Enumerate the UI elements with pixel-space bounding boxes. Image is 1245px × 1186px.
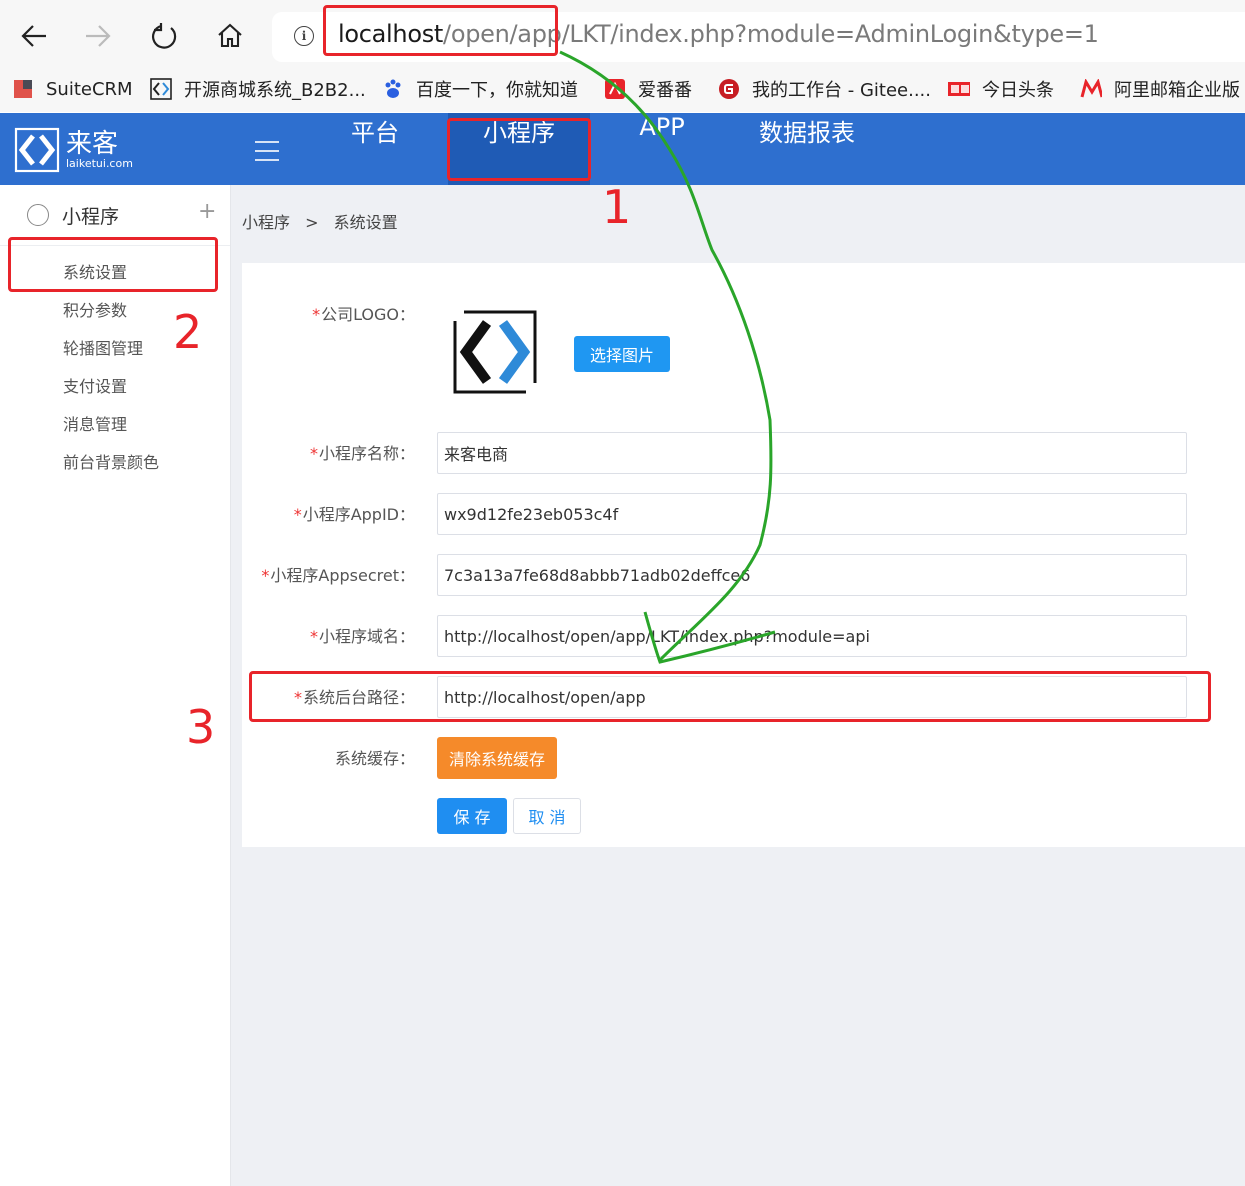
appid-label: *小程序AppID：: [293, 505, 415, 524]
sidebar-item-banner-management[interactable]: 轮播图管理: [63, 335, 143, 359]
company-logo-image: [452, 309, 538, 395]
breadcrumb-separator: >: [305, 213, 319, 232]
miniprogram-name-input[interactable]: [437, 432, 1187, 474]
sidebar-item-system-settings[interactable]: 系统设置: [63, 259, 127, 283]
laike-icon: [150, 78, 172, 100]
back-arrow-icon: [21, 25, 46, 47]
choose-image-button[interactable]: 选择图片: [574, 336, 670, 372]
cache-label: 系统缓存：: [334, 749, 415, 768]
cancel-button[interactable]: 取 消: [513, 798, 581, 834]
suitecrm-icon: [12, 78, 34, 100]
appsecret-label: *小程序Appsecret：: [261, 566, 415, 585]
sidebar-item-points-params[interactable]: 积分参数: [63, 297, 127, 321]
aliyun-mail-icon: [1080, 78, 1102, 100]
domain-input[interactable]: [437, 615, 1187, 657]
baidu-paw-icon: [382, 78, 404, 100]
settings-form: *公司LOGO： 选择图片 *小程序名称： *小程序AppID： *小程序App…: [242, 263, 1245, 847]
bookmark-suitecrm[interactable]: SuiteCRM: [12, 74, 133, 104]
address-bar[interactable]: i localhost/open/app/LKT/index.php?modul…: [272, 12, 1245, 62]
laike-logo-icon: [14, 127, 60, 173]
reload-button[interactable]: [146, 18, 182, 54]
gitee-icon: [718, 78, 740, 100]
bookmark-aifanfan[interactable]: 爱番番: [604, 74, 692, 104]
sidebar-item-background-color[interactable]: 前台背景颜色: [63, 449, 159, 473]
url-host: localhost: [338, 20, 444, 48]
logo-subtitle: laiketui.com: [66, 157, 133, 170]
backend-path-input[interactable]: [437, 676, 1187, 718]
breadcrumb-root[interactable]: 小程序: [242, 213, 290, 232]
home-icon: [218, 23, 242, 48]
bookmark-baidu[interactable]: 百度一下，你就知道: [382, 74, 578, 104]
hamburger-menu-icon[interactable]: [255, 141, 279, 168]
url-path: /open/app/LKT/index.php?module=AdminLogi…: [443, 20, 1099, 48]
name-label: *小程序名称：: [309, 444, 415, 463]
sidebar-item-message-management[interactable]: 消息管理: [63, 411, 127, 435]
bookmark-toutiao[interactable]: 今日头条: [948, 74, 1054, 104]
breadcrumb: 小程序 > 系统设置: [242, 209, 408, 233]
logo-title: 来客: [66, 129, 119, 159]
app-header: 来客 laiketui.com 平台 小程序 APP 数据报表: [0, 113, 1245, 185]
bookmarks-bar: SuiteCRM 开源商城系统_B2B2... 百度一下，你就知道 爱番番 我的…: [0, 68, 1245, 112]
clear-cache-button[interactable]: 清除系统缓存: [437, 737, 557, 779]
url-text[interactable]: localhost/open/app/LKT/index.php?module=…: [338, 20, 1099, 48]
breadcrumb-current: 系统设置: [333, 213, 398, 232]
sidebar-item-payment-settings[interactable]: 支付设置: [63, 373, 127, 397]
annotation-number-3: 3: [186, 700, 216, 754]
annotation-number-1: 1: [602, 180, 632, 234]
site-info-icon[interactable]: i: [294, 26, 314, 46]
bookmark-aliyun-mail[interactable]: 阿里邮箱企业版: [1080, 74, 1240, 104]
home-button[interactable]: [212, 18, 248, 54]
sidebar-group-title: 小程序: [62, 206, 120, 228]
nav-app[interactable]: APP: [614, 113, 710, 185]
bookmark-gitee[interactable]: 我的工作台 - Gitee....: [718, 74, 931, 104]
sidebar-group-miniprogram[interactable]: 小程序 +: [0, 185, 230, 246]
save-button[interactable]: 保 存: [437, 798, 507, 834]
forward-arrow-icon: [86, 25, 111, 47]
brand-logo[interactable]: 来客 laiketui.com: [14, 127, 133, 173]
link-icon: [27, 204, 49, 226]
nav-platform[interactable]: 平台: [328, 113, 422, 185]
back-button[interactable]: [16, 18, 52, 54]
nav-data-report[interactable]: 数据报表: [742, 113, 872, 185]
expand-plus-icon[interactable]: +: [198, 199, 216, 224]
domain-label: *小程序域名：: [309, 627, 415, 646]
aifanfan-icon: [604, 78, 626, 100]
toutiao-icon: [948, 78, 970, 100]
backend-path-label: *系统后台路径：: [293, 688, 415, 707]
logo-label: *公司LOGO：: [312, 305, 415, 324]
annotation-number-2: 2: [173, 305, 203, 359]
bookmark-laike[interactable]: 开源商城系统_B2B2...: [150, 74, 366, 104]
appid-input[interactable]: [437, 493, 1187, 535]
reload-icon: [152, 23, 177, 49]
appsecret-input[interactable]: [437, 554, 1187, 596]
browser-toolbar: i localhost/open/app/LKT/index.php?modul…: [0, 0, 1245, 68]
main-content: 小程序 > 系统设置 *公司LOGO： 选择图片 *小程序名称： *小程序App…: [231, 185, 1245, 1186]
forward-button[interactable]: [80, 18, 116, 54]
nav-miniprogram[interactable]: 小程序: [448, 113, 590, 185]
